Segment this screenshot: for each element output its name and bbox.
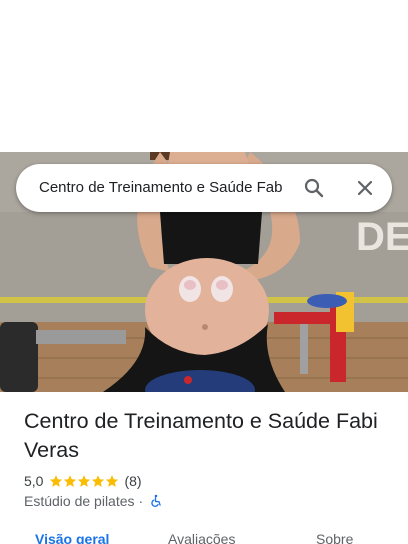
close-icon[interactable] <box>353 176 377 200</box>
place-title: Centro de Treinamento e Saúde Fabi Veras <box>24 409 378 462</box>
rating-value: 5,0 <box>24 473 44 489</box>
place-category: Estúdio de pilates <box>24 493 135 509</box>
wheelchair-accessible-icon <box>151 494 161 507</box>
search-input[interactable]: Centro de Treinamento e Saúde Fab <box>39 178 289 198</box>
review-count[interactable]: (8) <box>124 473 141 489</box>
star-icon <box>50 475 63 487</box>
star-icon <box>106 475 119 487</box>
blank-header-area <box>0 0 408 152</box>
tab-about[interactable]: Sobre <box>316 530 353 544</box>
search-icon[interactable] <box>302 176 326 200</box>
star-icon <box>78 475 91 487</box>
tab-overview[interactable]: Visão geral <box>35 530 109 544</box>
separator: · <box>138 493 144 509</box>
rating-row[interactable]: 5,0 (8) <box>24 472 142 490</box>
star-rating <box>49 474 119 488</box>
star-icon <box>92 475 105 487</box>
place-tabs: Visão geral Avaliações Sobre <box>0 530 408 544</box>
search-bar[interactable]: Centro de Treinamento e Saúde Fab <box>16 164 392 212</box>
tab-reviews[interactable]: Avaliações <box>168 530 235 544</box>
wall-lettering: DE <box>356 215 408 259</box>
star-icon <box>64 475 77 487</box>
category-row: Estúdio de pilates · <box>24 492 163 510</box>
